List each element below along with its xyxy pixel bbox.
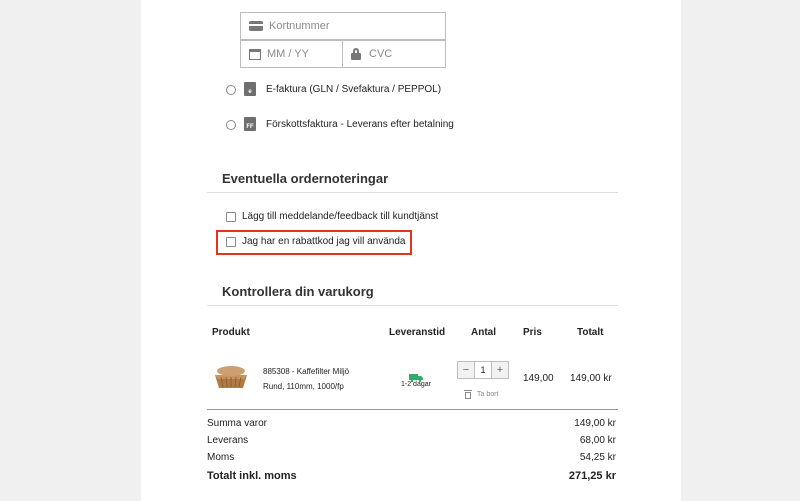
grand-total-label: Totalt inkl. moms [207, 470, 297, 482]
quantity-stepper[interactable]: − 1 + [457, 361, 509, 379]
order-notes-title: Eventuella ordernoteringar [222, 171, 389, 186]
subtotal-label: Summa varor [207, 418, 268, 429]
delivery-time: 1-2 dagar [401, 381, 431, 388]
card-number-placeholder: Kortnummer [269, 20, 330, 32]
quantity-input[interactable]: 1 [475, 362, 491, 378]
cart-title: Kontrollera din varukorg [222, 284, 374, 299]
quantity-value: 1 [480, 365, 486, 375]
minus-icon: − [462, 364, 470, 376]
efaktura-icon-text: e [248, 89, 252, 95]
header-total: Totalt [577, 327, 604, 338]
shipping-label: Leverans [207, 435, 249, 446]
cart-row-divider [207, 409, 618, 410]
efaktura-label[interactable]: E-faktura (GLN / Svefaktura / PEPPOL) [266, 84, 441, 95]
header-price: Pris [523, 327, 542, 338]
item-price: 149,00 [523, 373, 554, 384]
expiry-placeholder: MM / YY [267, 48, 309, 60]
discount-code-checkbox[interactable] [226, 237, 236, 247]
forskottsfaktura-icon: FF [244, 117, 256, 131]
card-number-field[interactable]: Kortnummer [240, 12, 446, 40]
feedback-checkbox[interactable] [226, 212, 236, 222]
product-name-line2: Rund, 110mm, 1000/fp [263, 382, 344, 391]
quantity-increase-button[interactable]: + [491, 362, 508, 378]
header-delivery: Leveranstid [389, 327, 446, 338]
cvc-field[interactable]: CVC [342, 40, 446, 68]
lock-icon [351, 48, 361, 60]
plus-icon: + [496, 364, 504, 376]
expiry-field[interactable]: MM / YY [240, 40, 343, 68]
forskottsfaktura-label[interactable]: Förskottsfaktura - Leverans efter betaln… [266, 119, 454, 130]
efaktura-radio[interactable] [226, 85, 236, 95]
calendar-icon [249, 48, 261, 60]
remove-label: Ta bort [477, 390, 499, 398]
order-notes-divider [207, 192, 618, 193]
forskottsfaktura-radio[interactable] [226, 120, 236, 130]
product-name-line1[interactable]: 885308 - Kaffefilter Miljö [263, 367, 349, 376]
item-total: 149,00 kr [570, 373, 612, 384]
vat-value: 54,25 kr [579, 452, 616, 463]
feedback-label[interactable]: Lägg till meddelande/feedback till kundt… [242, 211, 438, 222]
header-product: Produkt [212, 327, 250, 338]
header-quantity: Antal [471, 327, 496, 338]
vat-label: Moms [207, 452, 235, 463]
cvc-placeholder: CVC [369, 48, 393, 60]
efaktura-icon: e [244, 82, 256, 96]
credit-card-icon [249, 21, 263, 31]
discount-code-label[interactable]: Jag har en rabattkod jag vill använda [242, 236, 405, 247]
cart-divider [207, 305, 618, 306]
subtotal-value: 149,00 kr [574, 418, 616, 429]
forskottsfaktura-icon-text: FF [246, 124, 254, 130]
trash-icon [464, 389, 472, 399]
remove-item-button[interactable]: Ta bort [464, 389, 498, 399]
product-image [211, 363, 251, 391]
grand-total-value: 271,25 kr [568, 470, 616, 482]
quantity-decrease-button[interactable]: − [458, 362, 475, 378]
shipping-value: 68,00 kr [579, 435, 616, 446]
delivery-truck-icon [409, 369, 423, 383]
